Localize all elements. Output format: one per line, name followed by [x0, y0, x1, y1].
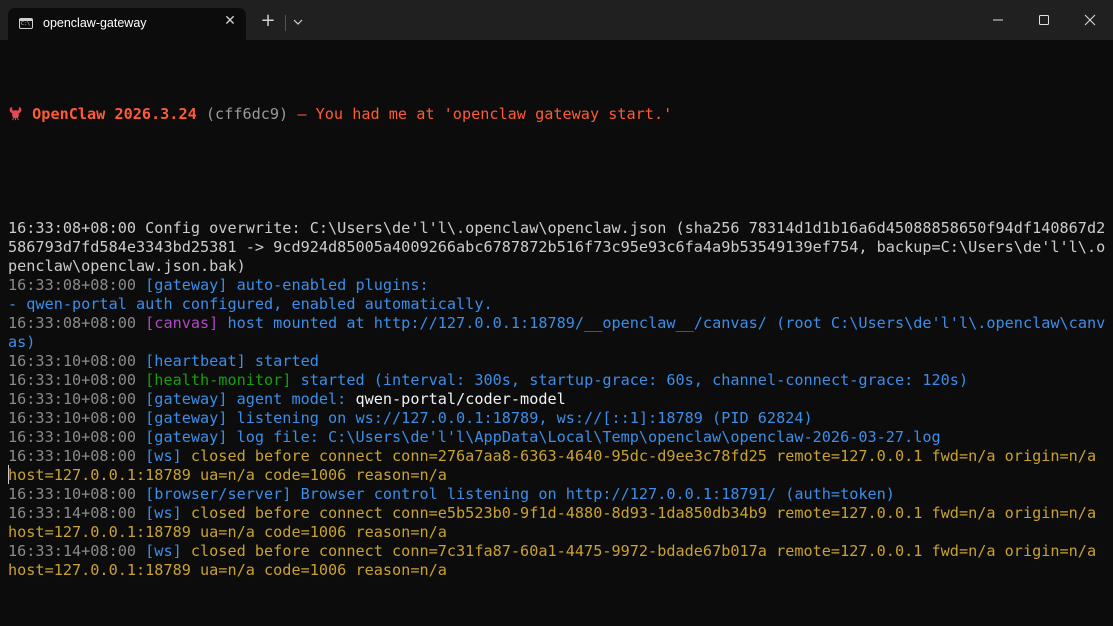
log-segment: [ws] — [145, 447, 182, 465]
lobster-icon — [9, 107, 22, 121]
tab-divider — [285, 15, 286, 31]
close-tab-button[interactable]: ✕ — [222, 13, 238, 29]
log-segment: 16:33:14+08:00 — [8, 504, 146, 522]
maximize-button[interactable] — [1021, 0, 1067, 40]
log-segment: 16:33:10+08:00 — [8, 371, 146, 389]
banner-dash: — — [288, 105, 316, 123]
log-segment: closed before connect conn=7c31fa87-60a1… — [181, 542, 1097, 560]
banner-line: OpenClaw 2026.3.24 (cff6dc9) — You had m… — [8, 105, 1108, 124]
log-line: 16:33:14+08:00 [ws] closed before connec… — [8, 542, 1108, 561]
log-segment: 16:33:10+08:00 — [8, 390, 146, 408]
minimize-icon — [993, 19, 1003, 21]
new-tab-button[interactable]: + — [259, 12, 277, 30]
log-segment: [browser/server] Browser control listeni… — [145, 485, 895, 503]
log-line: as) — [8, 333, 1108, 352]
log-line: 16:33:10+08:00 [health-monitor] started … — [8, 371, 1108, 390]
log-line: 16:33:10+08:00 [gateway] agent model: qw… — [8, 390, 1108, 409]
chevron-down-icon[interactable] — [291, 14, 305, 28]
log-segment: [canvas] — [145, 314, 219, 332]
log-line: penclaw\openclaw.json.bak) — [8, 257, 1108, 276]
log-line: 16:33:10+08:00 [ws] closed before connec… — [8, 447, 1108, 466]
log-segment: 16:33:10+08:00 — [8, 485, 146, 503]
log-line: - qwen-portal auth configured, enabled a… — [8, 295, 1108, 314]
log-segment: 16:33:08+08:00 — [8, 276, 146, 294]
log-segment: [gateway] auto-enabled plugins: — [145, 276, 429, 294]
log-line: 16:33:10+08:00 [heartbeat] started — [8, 352, 1108, 371]
log-line: 16:33:10+08:00 [browser/server] Browser … — [8, 485, 1108, 504]
maximize-icon — [1039, 15, 1049, 25]
log-segment: [heartbeat] started — [145, 352, 319, 370]
banner-tagline: You had me at 'openclaw gateway start.' — [315, 105, 673, 123]
log-line: 16:33:10+08:00 [gateway] listening on ws… — [8, 409, 1108, 428]
log-segment: 16:33:14+08:00 — [8, 542, 146, 560]
log-segment: 16:33:10+08:00 — [8, 447, 146, 465]
log-segment: [gateway] listening on ws://127.0.0.1:18… — [145, 409, 813, 427]
tab-title: openclaw-gateway — [43, 16, 147, 30]
close-window-button[interactable] — [1067, 0, 1113, 40]
log-segment: [ws] — [145, 542, 182, 560]
log-line: 16:33:08+08:00 Config overwrite: C:\User… — [8, 219, 1108, 238]
log-segment: host=127.0.0.1:18789 ua=n/a code=1006 re… — [8, 561, 447, 579]
log-line: 16:33:14+08:00 [ws] closed before connec… — [8, 504, 1108, 523]
log-segment: closed before connect conn=276a7aa8-6363… — [181, 447, 1097, 465]
log-line: 586793d7fd584e3343bd25381 -> 9cd924d8500… — [8, 238, 1108, 257]
log-line: 16:33:08+08:00 [gateway] auto-enabled pl… — [8, 276, 1108, 295]
log-line: host=127.0.0.1:18789 ua=n/a code=1006 re… — [8, 466, 1108, 485]
tab-openclaw-gateway[interactable]: openclaw-gateway ✕ — [8, 8, 246, 40]
log-line: host=127.0.0.1:18789 ua=n/a code=1006 re… — [8, 523, 1108, 542]
log-segment: 586793d7fd584e3343bd25381 -> 9cd924d8500… — [8, 238, 1106, 256]
terminal-output[interactable]: OpenClaw 2026.3.24 (cff6dc9) — You had m… — [0, 40, 1113, 626]
title-bar: openclaw-gateway ✕ + — [0, 0, 1113, 40]
log-segment: host mounted at http://127.0.0.1:18789/_… — [218, 314, 1106, 332]
text-cursor — [8, 465, 9, 484]
log-segment: [ws] — [145, 504, 182, 522]
minimize-button[interactable] — [975, 0, 1021, 40]
log-lines: OpenClaw 2026.3.24 (cff6dc9) — You had m… — [8, 67, 1108, 618]
log-segment: [health-monitor] — [145, 371, 292, 389]
log-segment: host=127.0.0.1:18789 ua=n/a code=1006 re… — [8, 466, 447, 484]
log-segment: - qwen-portal auth configured, enabled a… — [8, 295, 493, 313]
log-segment: as) — [8, 333, 36, 351]
log-line: 16:33:10+08:00 [gateway] log file: C:\Us… — [8, 428, 1108, 447]
log-segment: penclaw\openclaw.json.bak) — [8, 257, 246, 275]
log-segment: host=127.0.0.1:18789 ua=n/a code=1006 re… — [8, 523, 447, 541]
log-segment: 16:33:08+08:00 — [8, 314, 146, 332]
log-line: 16:33:08+08:00 [canvas] host mounted at … — [8, 314, 1108, 333]
close-icon — [1084, 14, 1096, 26]
log-segment: 16:33:10+08:00 — [8, 352, 146, 370]
terminal-icon — [19, 18, 33, 29]
log-segment: 16:33:10+08:00 — [8, 428, 146, 446]
log-segment: 16:33:08+08:00 Config overwrite: C:\User… — [8, 219, 1106, 237]
log-segment: closed before connect conn=e5b523b0-9f1d… — [181, 504, 1097, 522]
commit-hash: (cff6dc9) — [205, 105, 289, 123]
log-segment: 16:33:10+08:00 — [8, 409, 146, 427]
log-segment: [gateway] log file: C:\Users\de'l'l\AppD… — [145, 428, 941, 446]
log-line: host=127.0.0.1:18789 ua=n/a code=1006 re… — [8, 561, 1108, 580]
app-name: OpenClaw 2026.3.24 — [32, 105, 197, 123]
log-segment: [gateway] agent model: — [145, 390, 356, 408]
log-segment: started (interval: 300s, startup-grace: … — [291, 371, 969, 389]
log-entries: 16:33:08+08:00 Config overwrite: C:\User… — [8, 219, 1108, 580]
log-segment: qwen-portal/coder-model — [355, 390, 566, 408]
